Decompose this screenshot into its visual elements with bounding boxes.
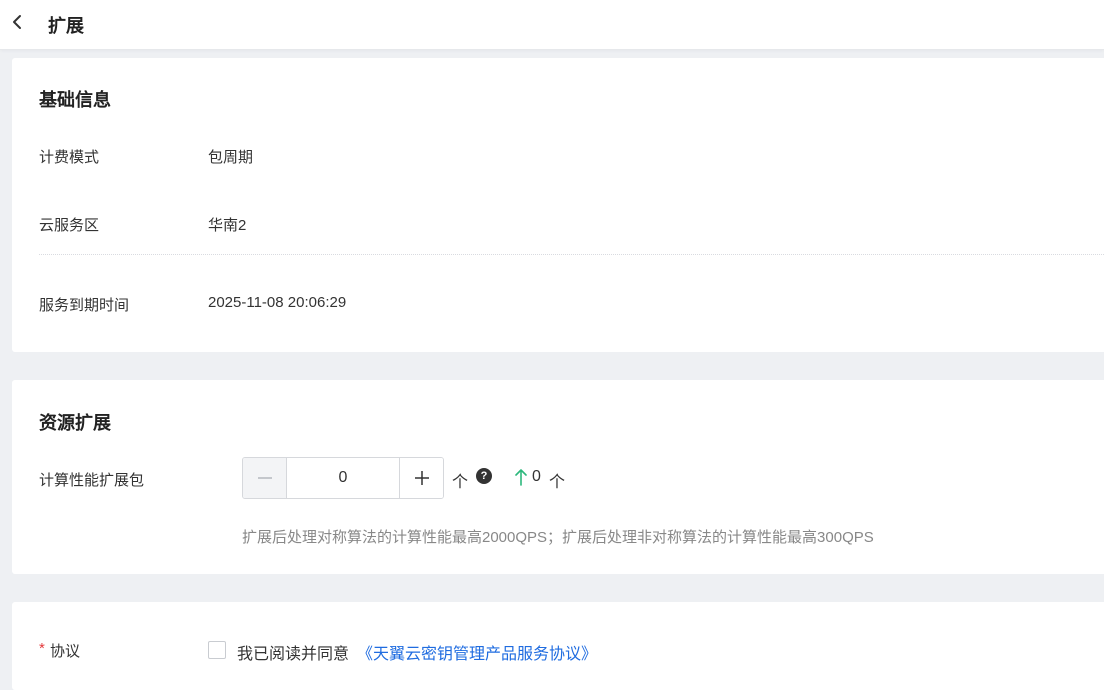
increase-unit: 个 (549, 474, 566, 491)
expire-time-label: 服务到期时间 (39, 297, 130, 314)
resource-expansion-title: 资源扩展 (39, 413, 111, 433)
chevron-left-icon (13, 15, 21, 29)
compute-pack-stepper (242, 457, 444, 499)
back-button[interactable] (8, 11, 26, 33)
region-label: 云服务区 (39, 217, 100, 234)
service-agreement-link[interactable]: 《天翼云密钥管理产品服务协议》 (357, 640, 597, 664)
divider (39, 254, 1104, 255)
page-header: 扩展 (0, 0, 1104, 50)
agreement-label: 协议 (50, 643, 81, 660)
expansion-hint: 扩展后处理对称算法的计算性能最高2000QPS；扩展后处理非对称算法的计算性能最… (242, 529, 874, 546)
plus-icon (414, 471, 429, 485)
help-icon[interactable]: ? (476, 468, 492, 484)
decrement-button[interactable] (243, 458, 287, 498)
billing-mode-label: 计费模式 (39, 149, 100, 166)
increment-button[interactable] (399, 458, 443, 498)
basic-info-title: 基础信息 (39, 90, 111, 110)
compute-pack-label: 计算性能扩展包 (39, 472, 145, 489)
unit-label: 个 (452, 474, 469, 491)
agree-checkbox[interactable] (208, 641, 226, 659)
arrow-up-icon (515, 469, 527, 486)
basic-info-card: 基础信息 计费模式 包周期 云服务区 华南2 服务到期时间 2025-11-08… (12, 58, 1104, 352)
compute-pack-input[interactable] (287, 458, 399, 498)
increase-value: 0 (532, 468, 541, 485)
billing-mode-value: 包周期 (208, 149, 254, 166)
agreement-card: * 协议 我已阅读并同意 《天翼云密钥管理产品服务协议》 (12, 602, 1104, 690)
region-value: 华南2 (208, 217, 247, 234)
resource-expansion-card: 资源扩展 计算性能扩展包 个 ? 0 个 扩展后处理对称算法的计算性能最高200… (12, 380, 1104, 574)
minus-icon (257, 477, 272, 479)
page-title: 扩展 (48, 16, 84, 36)
required-mark: * (39, 640, 45, 657)
expire-time-value: 2025-11-08 20:06:29 (208, 294, 347, 311)
agree-text: 我已阅读并同意 (237, 646, 350, 663)
